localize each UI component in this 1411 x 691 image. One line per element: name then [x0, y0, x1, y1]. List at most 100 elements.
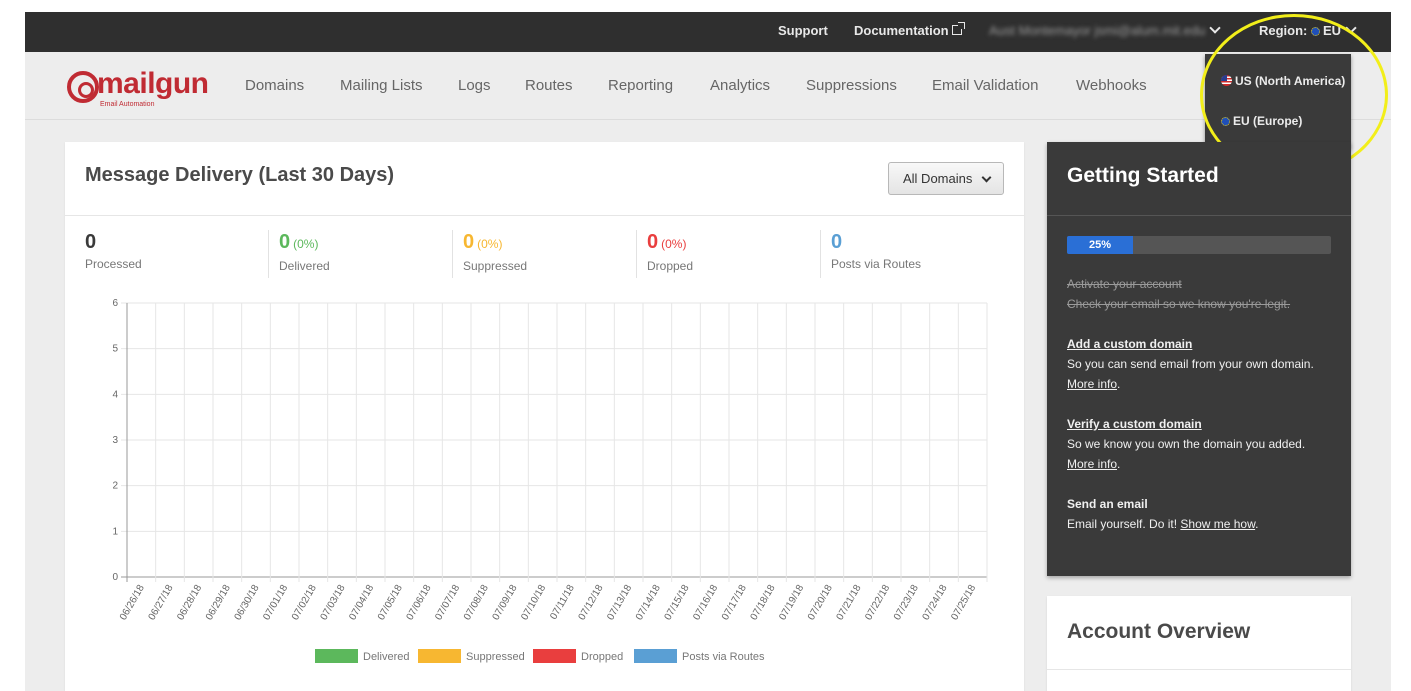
main-nav: mailgun Email Automation Domains Mailing… [25, 52, 1391, 120]
nav-reporting[interactable]: Reporting [608, 52, 673, 120]
divider [65, 215, 1024, 216]
stat-label: Delivered [279, 259, 330, 273]
nav-logs[interactable]: Logs [458, 52, 491, 120]
x-tick-label: 06/30/18 [233, 583, 262, 623]
stat-number: 0 [463, 231, 475, 253]
account-overview-title: Account Overview [1067, 620, 1251, 643]
stat-value: 0 (0%) [647, 230, 693, 256]
step-text: So we know you own the domain you added. [1067, 437, 1306, 451]
documentation-link[interactable]: Documentation [854, 12, 965, 52]
step-text: Check your email so we know you're legit… [1067, 297, 1291, 311]
step-send-email: Send an email Email yourself. Do it! Sho… [1067, 494, 1337, 534]
x-tick-label: 07/08/18 [462, 583, 491, 623]
x-tick-label: 07/01/18 [261, 583, 290, 623]
stat-value: 0 (0%) [279, 230, 330, 256]
x-tick-label: 06/26/18 [118, 583, 147, 623]
x-tick-label: 07/02/18 [290, 583, 319, 623]
y-tick-label: 5 [112, 344, 118, 355]
stat-label: Suppressed [463, 259, 528, 273]
x-tick-label: 07/14/18 [634, 583, 663, 623]
domain-filter-dropdown[interactable]: All Domains [888, 162, 1004, 195]
legend-swatch [533, 649, 576, 663]
stat-percent: (0%) [293, 237, 319, 251]
nav-mailing-lists[interactable]: Mailing Lists [340, 52, 423, 120]
legend-swatch [418, 649, 461, 663]
stat-number: 0 [279, 231, 291, 253]
account-overview-card: Account Overview [1047, 596, 1351, 691]
step-text: So you can send email from your own doma… [1067, 357, 1314, 371]
domain-filter-label: All Domains [903, 171, 973, 186]
legend-label: Suppressed [466, 651, 525, 663]
x-tick-label: 07/20/18 [806, 583, 835, 623]
legend-swatch [315, 649, 358, 663]
x-tick-label: 06/28/18 [175, 583, 204, 623]
account-menu[interactable]: Aust Montemayor jsmi@alum.mit.edu [989, 12, 1221, 52]
nav-suppressions[interactable]: Suppressions [806, 52, 897, 120]
x-tick-label: 07/19/18 [777, 583, 806, 623]
support-link[interactable]: Support [778, 12, 828, 52]
logo-tagline: Email Automation [100, 101, 155, 108]
x-tick-label: 07/18/18 [749, 583, 778, 623]
account-email: Aust Montemayor jsmi@alum.mit.edu [989, 23, 1206, 38]
y-tick-label: 3 [112, 435, 118, 446]
y-tick-label: 4 [112, 389, 118, 400]
y-tick-label: 2 [112, 481, 118, 492]
top-bar: Support Documentation Aust Montemayor js… [25, 12, 1391, 52]
nav-domains[interactable]: Domains [245, 52, 304, 120]
more-info-link[interactable]: More info [1067, 377, 1117, 391]
y-tick-label: 1 [112, 526, 118, 537]
x-tick-label: 07/09/18 [491, 583, 520, 623]
nav-routes[interactable]: Routes [525, 52, 573, 120]
x-tick-label: 07/07/18 [433, 583, 462, 623]
stat-value: 0 [831, 230, 921, 254]
stat-value: 0 [85, 230, 142, 254]
nav-webhooks[interactable]: Webhooks [1076, 52, 1147, 120]
add-domain-link[interactable]: Add a custom domain [1067, 334, 1337, 354]
stat-posts-via-routes: 0 Posts via Routes [820, 230, 921, 278]
step-add-domain: Add a custom domain So you can send emai… [1067, 334, 1337, 394]
verify-domain-link[interactable]: Verify a custom domain [1067, 414, 1337, 434]
stat-percent: (0%) [477, 237, 503, 251]
x-tick-label: 07/17/18 [720, 583, 749, 623]
step-activate-account: Activate your account Check your email s… [1067, 274, 1337, 314]
legend-label: Delivered [363, 651, 409, 663]
getting-started-panel: Getting Started 25% Activate your accoun… [1047, 142, 1351, 576]
stat-processed: 0 Processed [85, 230, 142, 278]
mailgun-logo[interactable]: mailgun Email Automation [67, 67, 212, 111]
external-link-icon [951, 22, 965, 35]
stat-number: 0 [647, 231, 659, 253]
chevron-down-icon [981, 172, 992, 183]
more-info-link[interactable]: More info [1067, 457, 1117, 471]
x-tick-label: 07/13/18 [605, 583, 634, 623]
stat-label: Processed [85, 257, 142, 271]
getting-started-title: Getting Started [1067, 164, 1219, 187]
progress-bar: 25% [1067, 236, 1331, 254]
x-tick-label: 07/15/18 [663, 583, 692, 623]
x-tick-label: 07/11/18 [548, 583, 577, 622]
x-tick-label: 07/22/18 [863, 583, 892, 623]
at-logo-icon [67, 71, 99, 103]
x-tick-label: 07/06/18 [405, 583, 434, 623]
x-tick-label: 07/03/18 [319, 583, 348, 623]
step-heading: Send an email [1067, 497, 1148, 511]
legend-swatch [634, 649, 677, 663]
show-me-how-link[interactable]: Show me how [1180, 517, 1255, 531]
x-tick-label: 07/12/18 [577, 583, 606, 623]
documentation-label: Documentation [854, 23, 949, 38]
stat-label: Dropped [647, 259, 694, 273]
x-tick-label: 07/21/18 [835, 583, 864, 623]
x-tick-label: 06/29/18 [204, 583, 233, 623]
stat-percent: (0%) [661, 237, 687, 251]
delivery-chart: 012345606/26/18 06/27/18 06/28/18 06/29/18 0… [112, 298, 988, 663]
nav-analytics[interactable]: Analytics [710, 52, 770, 120]
legend-label: Posts via Routes [682, 651, 765, 663]
x-tick-label: 07/24/18 [921, 583, 950, 623]
x-tick-label: 07/25/18 [949, 583, 978, 623]
x-tick-label: 07/16/18 [691, 583, 720, 623]
legend-label: Dropped [581, 651, 623, 663]
stat-label: Posts via Routes [831, 257, 922, 271]
step-verify-domain: Verify a custom domain So we know you ow… [1067, 414, 1337, 474]
nav-email-validation[interactable]: Email Validation [932, 52, 1038, 120]
x-tick-label: 07/04/18 [347, 583, 376, 623]
divider [1047, 669, 1351, 670]
